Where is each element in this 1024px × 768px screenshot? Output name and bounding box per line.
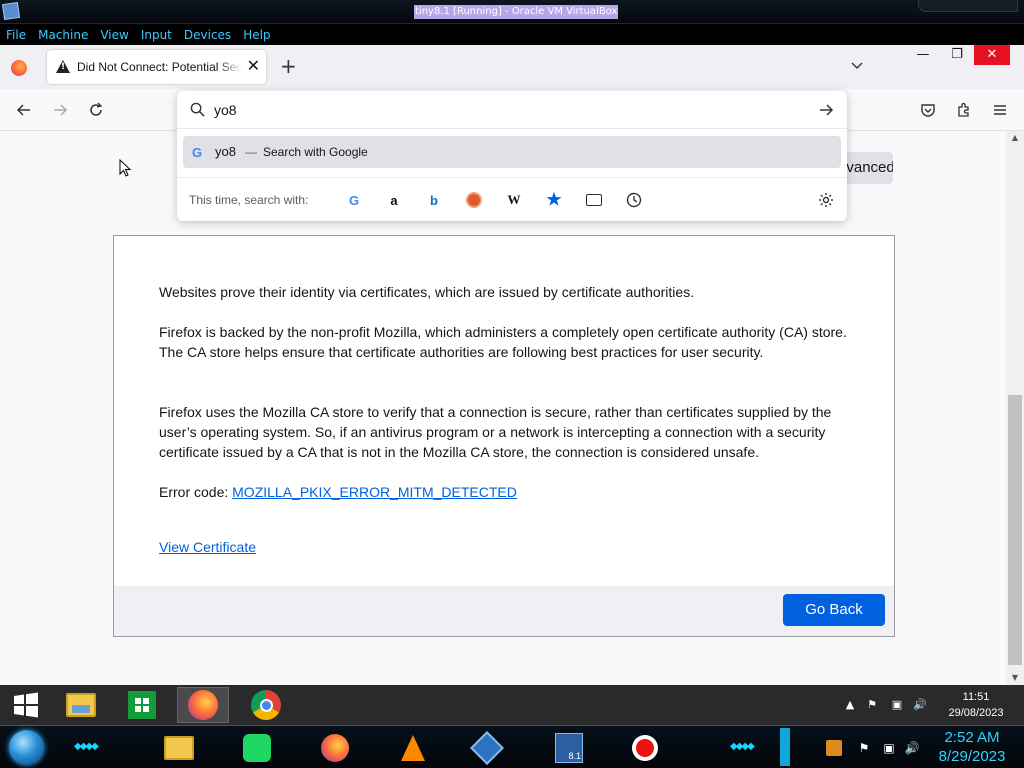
go-arrow-icon[interactable] bbox=[818, 102, 834, 118]
vbox-title-bar: tiny8.1 [Running] - Oracle VM VirtualBox bbox=[0, 0, 1024, 24]
host-network-icon[interactable]: ▣ bbox=[881, 740, 897, 756]
action-center-flag-icon[interactable]: ⚑ bbox=[865, 698, 879, 712]
urlbar-dropdown: G yo8 — Search with Google This time, se… bbox=[177, 91, 847, 221]
vbox-menu-devices[interactable]: Devices bbox=[184, 28, 231, 42]
host-time: 2:52 AM bbox=[944, 729, 1000, 746]
duckduckgo-icon[interactable] bbox=[465, 191, 483, 209]
virtualbox-icon bbox=[1, 1, 21, 21]
file-explorer-icon[interactable] bbox=[55, 687, 107, 723]
vbox-menu-file[interactable]: File bbox=[6, 28, 26, 42]
vbox-menu-machine[interactable]: Machine bbox=[38, 28, 88, 42]
guest-time: 11:51 bbox=[962, 691, 990, 703]
window-controls: — ❐ ✕ bbox=[906, 45, 1010, 65]
error-code-label: Error code: bbox=[159, 484, 229, 500]
cert-paragraph-2: Firefox is backed by the non-profit Mozi… bbox=[159, 324, 847, 360]
search-settings-gear-icon[interactable] bbox=[817, 191, 835, 209]
host-recorder-icon[interactable] bbox=[628, 731, 662, 765]
menu-hamburger-icon[interactable] bbox=[990, 100, 1010, 120]
search-suggestion-row[interactable]: G yo8 — Search with Google bbox=[183, 136, 841, 168]
suggestion-query: yo8 bbox=[215, 144, 236, 159]
wikipedia-icon[interactable]: W bbox=[505, 191, 523, 209]
host-file-explorer-icon[interactable] bbox=[162, 731, 196, 765]
tab-bar: Did Not Connect: Potential Security Issu… bbox=[0, 45, 1024, 89]
forward-icon[interactable] bbox=[50, 100, 70, 120]
network-icon[interactable]: ▣ bbox=[890, 698, 904, 712]
host-tray-app-icon[interactable] bbox=[826, 740, 842, 756]
tabs-icon[interactable] bbox=[585, 191, 603, 209]
tab-list-chevron-icon[interactable] bbox=[850, 59, 864, 73]
store-icon[interactable] bbox=[116, 687, 168, 723]
mouse-cursor-icon bbox=[119, 159, 131, 177]
host-firefox-icon[interactable] bbox=[318, 731, 352, 765]
one-off-label: This time, search with: bbox=[189, 193, 309, 207]
windows-start-icon[interactable] bbox=[0, 687, 52, 723]
suggestion-dash: — bbox=[245, 145, 257, 159]
show-hidden-icons-icon[interactable]: ▲ bbox=[843, 698, 857, 712]
cert-paragraph-3: Firefox uses the Mozilla CA store to ver… bbox=[159, 404, 832, 460]
urlbar bbox=[177, 91, 847, 129]
host-virtualbox-icon[interactable] bbox=[470, 731, 504, 765]
host-date: 8/29/2023 bbox=[938, 748, 1006, 765]
firefox-taskbar-icon[interactable] bbox=[177, 687, 229, 723]
guest-clock[interactable]: 11:51 29/08/2023 bbox=[940, 689, 1012, 721]
bookmarks-icon[interactable]: ★ bbox=[545, 190, 563, 209]
host-flag-icon[interactable]: ⚑ bbox=[856, 740, 872, 756]
error-code-link[interactable]: MOZILLA_PKIX_ERROR_MITM_DETECTED bbox=[232, 484, 517, 500]
one-off-search-engines: This time, search with: G a b W ★ bbox=[177, 177, 847, 221]
google-icon[interactable]: G bbox=[345, 191, 363, 209]
tab-title: Did Not Connect: Potential Security Issu… bbox=[77, 60, 242, 74]
host-virtualbox-running-icon[interactable]: 8.1 bbox=[552, 731, 586, 765]
scroll-down-arrow-icon[interactable]: ▼ bbox=[1006, 671, 1024, 685]
tab-did-not-connect[interactable]: Did Not Connect: Potential Security Issu… bbox=[47, 50, 266, 84]
close-window-button[interactable]: ✕ bbox=[974, 45, 1010, 65]
chrome-icon[interactable] bbox=[240, 687, 292, 723]
host-start-orb-icon[interactable] bbox=[9, 730, 44, 765]
restore-button[interactable]: ❐ bbox=[940, 45, 974, 65]
firefox-view-icon[interactable] bbox=[11, 60, 27, 76]
history-icon[interactable] bbox=[625, 191, 643, 209]
host-volume-icon[interactable]: 🔊 bbox=[904, 740, 920, 756]
host-taskbar: ◆◆◆◆ 8.1 ◆◆◆◆ ⚑ ▣ 🔊 2:52 AM 8/29/2023 bbox=[0, 725, 1024, 768]
tab-close-icon[interactable]: ✕ bbox=[247, 58, 260, 74]
host-spotify-icon[interactable] bbox=[240, 731, 274, 765]
vbox-menu-input[interactable]: Input bbox=[141, 28, 172, 42]
panel-footer: Go Back bbox=[114, 586, 894, 636]
vbox-menu-view[interactable]: View bbox=[100, 28, 128, 42]
vbox-title-decoration bbox=[918, 0, 1018, 12]
reload-icon[interactable] bbox=[86, 100, 106, 120]
host-vlc-icon[interactable] bbox=[396, 731, 430, 765]
suggestion-action: Search with Google bbox=[263, 145, 368, 159]
vbox-menubar: File Machine View Input Devices Help bbox=[0, 24, 1024, 45]
pocket-icon[interactable] bbox=[918, 100, 938, 120]
vbox-window-title: tiny8.1 [Running] - Oracle VM VirtualBox bbox=[414, 5, 619, 19]
scroll-thumb[interactable] bbox=[1008, 395, 1022, 665]
minimize-button[interactable]: — bbox=[906, 45, 940, 65]
new-tab-button[interactable]: + bbox=[280, 56, 297, 76]
warning-icon bbox=[56, 60, 70, 73]
vbox-menu-help[interactable]: Help bbox=[243, 28, 270, 42]
bing-icon[interactable]: b bbox=[425, 191, 443, 209]
host-clock[interactable]: 2:52 AM 8/29/2023 bbox=[930, 728, 1014, 766]
urlbar-input[interactable] bbox=[214, 100, 794, 120]
decorative-chevrons-icon: ◆◆◆◆ bbox=[74, 741, 99, 752]
amazon-icon[interactable]: a bbox=[385, 191, 403, 209]
view-certificate-line: View Certificate bbox=[159, 537, 859, 557]
host-show-desktop-divider bbox=[780, 728, 790, 766]
guest-date: 29/08/2023 bbox=[948, 707, 1004, 719]
decorative-chevrons-right-icon: ◆◆◆◆ bbox=[730, 741, 755, 752]
search-icon bbox=[190, 102, 205, 117]
google-icon: G bbox=[192, 145, 203, 160]
advanced-panel: Websites prove their identity via certif… bbox=[113, 235, 895, 637]
scroll-up-arrow-icon[interactable]: ▲ bbox=[1006, 131, 1024, 145]
error-code-line: Error code: MOZILLA_PKIX_ERROR_MITM_DETE… bbox=[159, 482, 859, 502]
go-back-button[interactable]: Go Back bbox=[783, 594, 885, 626]
view-certificate-link[interactable]: View Certificate bbox=[159, 539, 256, 555]
extensions-icon[interactable] bbox=[954, 100, 974, 120]
vbox-badge: 8.1 bbox=[568, 751, 581, 761]
volume-icon[interactable]: 🔊 bbox=[913, 698, 927, 712]
cert-paragraph-1: Websites prove their identity via certif… bbox=[159, 284, 695, 300]
back-icon[interactable] bbox=[14, 100, 34, 120]
page-scrollbar[interactable]: ▲ ▼ bbox=[1006, 131, 1024, 685]
guest-taskbar: ▲ ⚑ ▣ 🔊 11:51 29/08/2023 bbox=[0, 685, 1024, 725]
